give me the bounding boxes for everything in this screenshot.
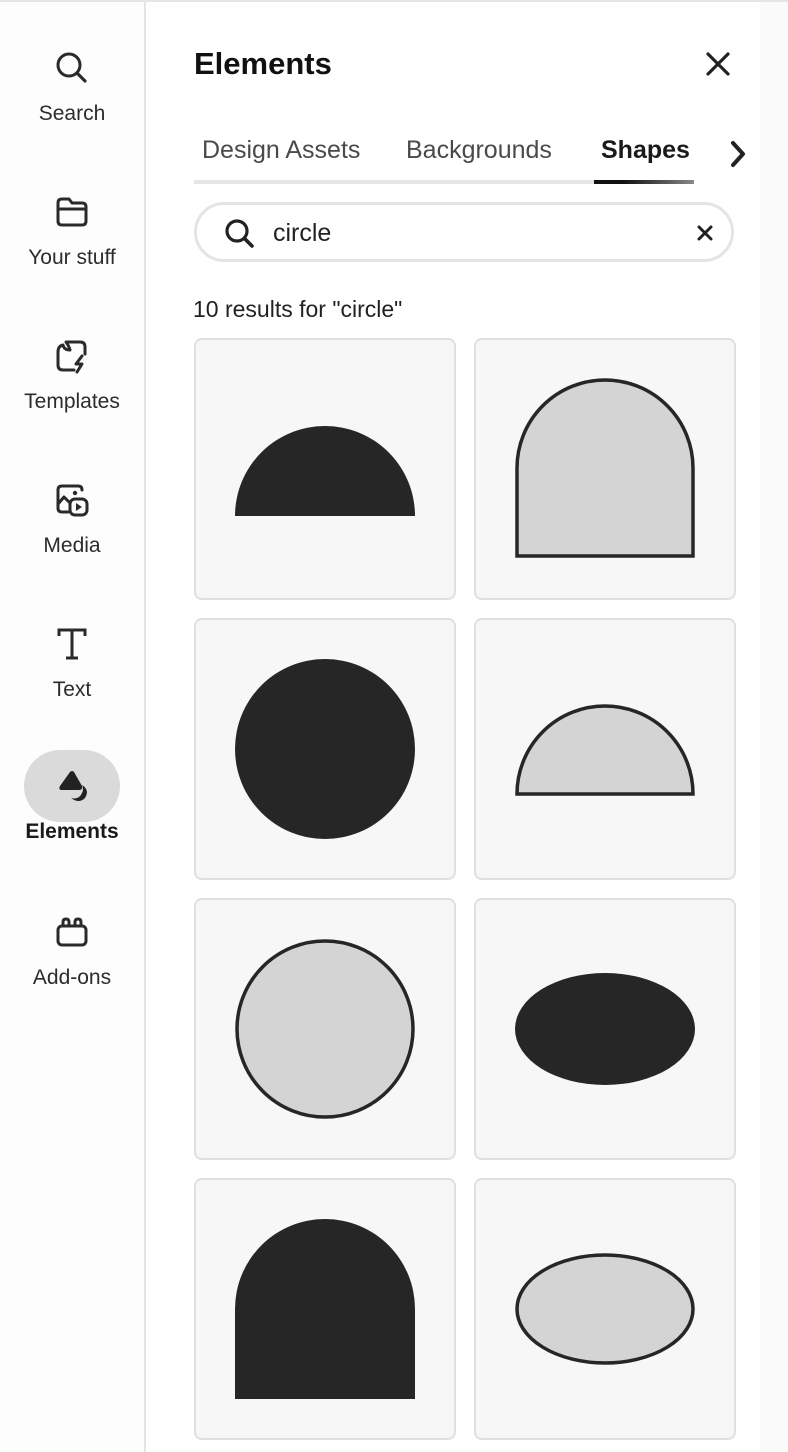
rail-label: Templates (24, 390, 120, 413)
tab-shapes[interactable]: Shapes (601, 136, 690, 165)
rail-item-text[interactable]: Text (0, 608, 144, 702)
filled-arch-shape (235, 1219, 415, 1399)
folder-icon (24, 176, 120, 248)
clear-search-button[interactable] (693, 221, 717, 245)
shape-result-card[interactable] (194, 1178, 456, 1440)
rail-label: Text (52, 678, 92, 701)
tab-design-assets[interactable]: Design Assets (202, 136, 360, 165)
elements-icon (24, 750, 120, 822)
chevron-right-icon (731, 141, 745, 167)
outlined-half-circle-shape (515, 704, 695, 796)
category-tabs: Design Assets Backgrounds Shapes (194, 130, 694, 186)
shape-preview (515, 973, 695, 1085)
tabs-next-button[interactable] (724, 136, 752, 172)
shape-preview (235, 426, 415, 516)
results-count: 10 results for "circle" (193, 296, 403, 322)
shape-preview (235, 659, 415, 839)
shape-preview (515, 704, 695, 796)
outlined-circle-shape (235, 939, 415, 1119)
filled-circle-shape (235, 659, 415, 839)
shape-result-card[interactable] (194, 338, 456, 600)
rail-item-search[interactable]: Search (0, 32, 144, 126)
rail-item-your-stuff[interactable]: Your stuff (0, 176, 144, 270)
add-ons-icon (24, 896, 120, 968)
rail-label: Your stuff (28, 246, 116, 269)
shape-preview (235, 939, 415, 1119)
media-icon (24, 464, 120, 536)
tab-backgrounds[interactable]: Backgrounds (406, 136, 552, 165)
shape-preview (515, 1253, 695, 1365)
shape-result-card[interactable] (474, 338, 736, 600)
rail-label: Search (38, 102, 106, 125)
close-button[interactable] (700, 46, 736, 82)
rail-label: Add-ons (32, 966, 112, 989)
side-rail: Search Your stuff Templates Media Text E… (0, 2, 144, 1452)
templates-icon (24, 320, 120, 392)
rail-item-add-ons[interactable]: Add-ons (0, 896, 144, 990)
rail-item-templates[interactable]: Templates (0, 320, 144, 414)
filled-half-circle-shape (235, 426, 415, 516)
shape-preview (515, 378, 695, 558)
active-tab-indicator (594, 180, 694, 184)
shape-result-card[interactable] (194, 898, 456, 1160)
close-icon (706, 52, 730, 76)
search-input[interactable] (273, 213, 673, 253)
elements-panel: Elements Design Assets Backgrounds Shape… (146, 2, 760, 1452)
rail-item-media[interactable]: Media (0, 464, 144, 558)
shape-result-card[interactable] (474, 618, 736, 880)
search-icon (225, 219, 254, 248)
rail-label: Media (43, 534, 101, 557)
panel-title: Elements (194, 46, 332, 81)
text-icon (24, 608, 120, 680)
rail-item-elements[interactable]: Elements (0, 750, 144, 844)
search-icon (24, 32, 120, 104)
clear-icon (697, 225, 713, 241)
search-box (194, 202, 734, 262)
shape-result-card[interactable] (474, 898, 736, 1160)
shape-result-card[interactable] (194, 618, 456, 880)
outlined-arch-shape (515, 378, 695, 558)
shape-result-card[interactable] (474, 1178, 736, 1440)
rail-label: Elements (25, 820, 119, 843)
shape-preview (235, 1219, 415, 1399)
outlined-ellipse-shape (515, 1253, 695, 1365)
filled-ellipse-shape (515, 973, 695, 1085)
scroll-edge (760, 2, 788, 1452)
